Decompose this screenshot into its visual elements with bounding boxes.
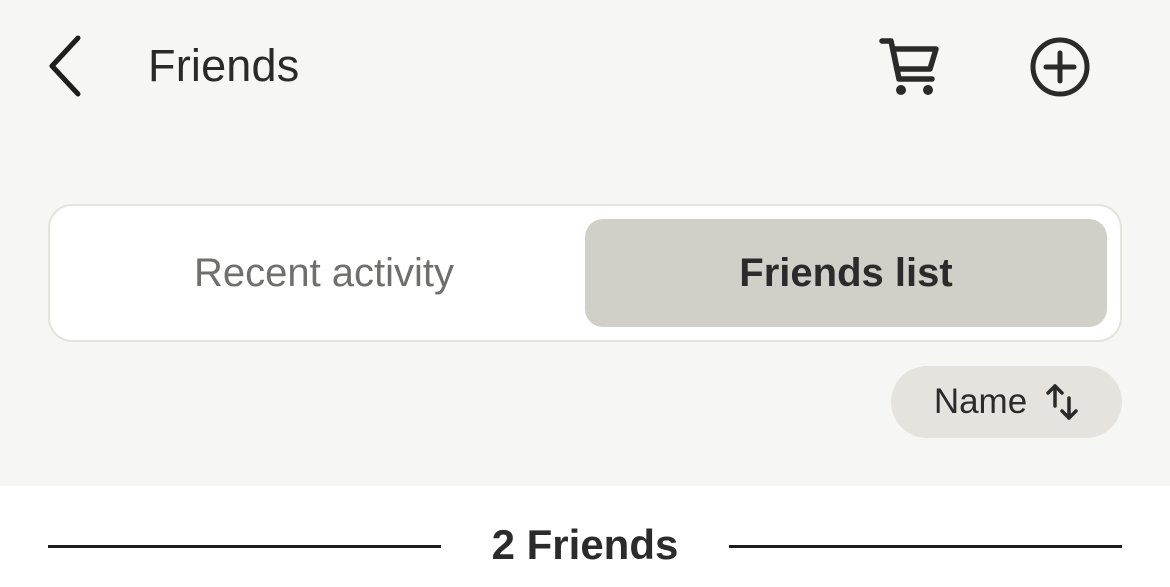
tab-friends-list[interactable]: Friends list — [585, 219, 1107, 327]
chevron-left-icon — [49, 35, 81, 97]
tab-label: Recent activity — [193, 250, 455, 295]
top-area: Friends Recent activity Friends list Nam… — [0, 0, 1170, 486]
view-toggle: Recent activity Friends list — [48, 204, 1122, 342]
sort-button[interactable]: Name — [891, 366, 1122, 438]
friends-list-section: 2 Friends — [0, 486, 1170, 587]
divider-right — [729, 545, 1122, 548]
tab-label: Friends list — [739, 250, 953, 295]
cart-button[interactable] — [872, 32, 948, 102]
add-friend-button[interactable] — [1022, 30, 1098, 104]
header-bar: Friends — [0, 0, 1170, 135]
sort-arrows-icon — [1046, 384, 1078, 420]
divider-left — [48, 545, 441, 548]
page-title: Friends — [148, 40, 300, 91]
friends-count: 2 Friends — [491, 521, 679, 568]
plus-circle-icon — [1030, 37, 1090, 97]
tab-recent-activity[interactable]: Recent activity — [64, 219, 584, 327]
back-button[interactable] — [36, 30, 96, 102]
shopping-cart-icon — [879, 38, 939, 95]
sort-label: Name — [933, 382, 1028, 421]
